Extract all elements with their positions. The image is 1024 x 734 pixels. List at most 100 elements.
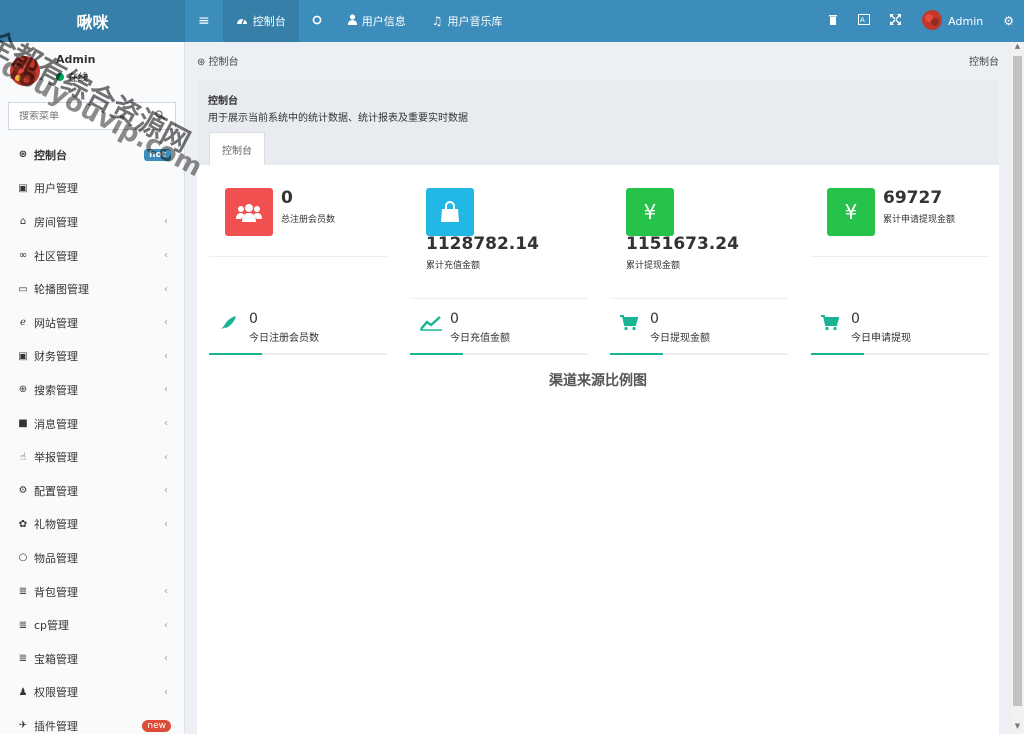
today-stat: 0 今日注册会员数 <box>209 307 387 355</box>
menu-icon: ℯ <box>20 317 26 329</box>
language-icon: A <box>858 14 871 28</box>
menu-icon: ○ <box>18 552 28 564</box>
sidebar-item-label: 消息管理 <box>34 417 78 431</box>
sidebar-item[interactable]: ⚙ 配置管理 ‹ <box>0 474 184 508</box>
scroll-down-icon[interactable]: ▼ <box>1011 722 1024 734</box>
avatar <box>921 9 943 34</box>
menu-icon: ⌂ <box>19 216 27 228</box>
menu-icon: ≣ <box>18 619 28 631</box>
menu-icon: ∞ <box>18 250 28 262</box>
sidebar-item[interactable]: ▣ 财务管理 ‹ <box>0 340 184 374</box>
breadcrumb: ⊛ 控制台 控制台 <box>185 42 1011 78</box>
scroll-up-icon[interactable]: ▲ <box>1011 42 1024 54</box>
tab-dashboard[interactable]: 控制台 <box>222 0 299 42</box>
tab-user-info[interactable]: 用户信息 <box>335 0 419 42</box>
sidebar-item[interactable]: ⊕ 搜索管理 ‹ <box>0 373 184 407</box>
user-status-label: 在线 <box>68 73 88 84</box>
sidebar-toggle-button[interactable]: ≡ <box>185 0 223 42</box>
sidebar-item-label: 网站管理 <box>34 316 78 330</box>
sidebar-menu: ⊛ 控制台 hot ▣ 用户管理 ⌂ 房间管理 ‹ ∞ 社区管理 ‹ ▭ 轮播图管理 ‹ ℯ 网站管理 ‹ ▣ 财务… <box>0 138 184 734</box>
sidebar-item[interactable]: ○ 物品管理 <box>0 541 184 575</box>
sidebar-item[interactable]: ▣ 用户管理 <box>0 172 184 206</box>
sidebar-item[interactable]: ⊛ 控制台 hot <box>0 138 184 172</box>
bag-icon <box>426 188 474 236</box>
rocket-icon <box>219 315 237 335</box>
today-value: 0 <box>650 311 659 327</box>
sidebar-item[interactable]: ☝ 举报管理 ‹ <box>0 440 184 474</box>
sidebar-item-label: 财务管理 <box>34 350 78 364</box>
top-bar: 啾咪 ≡ 控制台 用户信息 ♫ 用户音乐库 A Admin ⚙ <box>0 0 1024 42</box>
sidebar-item-label: 房间管理 <box>34 215 78 229</box>
today-value: 0 <box>851 311 860 327</box>
sidebar-item-label: 礼物管理 <box>34 518 78 532</box>
chevron-left-icon: ‹ <box>164 518 168 530</box>
today-label: 今日充值金额 <box>450 333 510 344</box>
stat-value: 1128782.14 <box>426 234 539 254</box>
cart-icon <box>620 315 639 335</box>
status-badge: new <box>142 719 171 732</box>
tab-music-library[interactable]: ♫ 用户音乐库 <box>419 0 516 42</box>
stat-divider <box>209 256 387 257</box>
dashboard-icon: ⊛ <box>197 56 209 68</box>
page-title: 控制台 <box>208 96 238 107</box>
menu-icon: ✈ <box>18 720 28 732</box>
settings-button[interactable]: ⚙ <box>993 0 1024 42</box>
today-progress <box>610 353 788 355</box>
page-scrollbar[interactable]: ▲ ▼ <box>1011 42 1024 734</box>
chevron-left-icon: ‹ <box>164 216 168 228</box>
admin-name: Admin <box>948 14 984 28</box>
user-status: 在线 <box>56 69 88 84</box>
top-nav-right: A Admin ⚙ <box>818 0 1024 42</box>
cart-icon <box>821 315 840 335</box>
stat-card: 0 总注册会员数 <box>209 178 387 257</box>
chevron-left-icon: ‹ <box>164 619 168 631</box>
sidebar-item[interactable]: ⌂ 房间管理 ‹ <box>0 205 184 239</box>
main-content: ⊛ 控制台 控制台 控制台 用于展示当前系统中的统计数据、统计报表及重要实时数据… <box>185 42 1011 734</box>
stat-value: 69727 <box>883 188 943 208</box>
chevron-left-icon: ‹ <box>164 418 168 430</box>
search-icon[interactable] <box>155 109 165 123</box>
today-progress <box>410 353 588 355</box>
today-value: 0 <box>450 311 459 327</box>
tab-circle[interactable] <box>299 0 335 42</box>
breadcrumb-right[interactable]: 控制台 <box>969 53 999 68</box>
stat-value: 1151673.24 <box>626 234 739 254</box>
language-button[interactable]: A <box>848 0 880 42</box>
menu-icon: ▣ <box>18 350 28 362</box>
sidebar-item[interactable]: ≣ 宝箱管理 ‹ <box>0 642 184 676</box>
today-progress <box>811 353 989 355</box>
sidebar-item[interactable]: ■ 消息管理 ‹ <box>0 407 184 441</box>
menu-icon: ≣ <box>18 653 28 665</box>
sidebar-item-label: 物品管理 <box>34 551 78 565</box>
chart-title: 渠道来源比例图 <box>549 373 647 389</box>
sidebar-item[interactable]: ✿ 礼物管理 ‹ <box>0 508 184 542</box>
sidebar-item-label: 用户管理 <box>34 182 78 196</box>
scroll-thumb[interactable] <box>1013 56 1022 706</box>
user-icon <box>347 14 357 28</box>
sidebar-item[interactable]: ✈ 插件管理 new <box>0 709 184 734</box>
chevron-left-icon: ‹ <box>164 384 168 396</box>
admin-user-menu[interactable]: Admin <box>911 0 993 42</box>
sidebar-item[interactable]: ♟ 权限管理 ‹ <box>0 676 184 710</box>
app-logo[interactable]: 啾咪 <box>0 0 185 42</box>
sidebar-item[interactable]: ≣ 背包管理 ‹ <box>0 575 184 609</box>
sidebar-item-label: 举报管理 <box>34 451 78 465</box>
chevron-left-icon: ‹ <box>164 350 168 362</box>
breadcrumb-left-label: 控制台 <box>208 56 239 68</box>
sidebar-item[interactable]: ℯ 网站管理 ‹ <box>0 306 184 340</box>
sidebar-item[interactable]: ∞ 社区管理 ‹ <box>0 239 184 273</box>
search-input[interactable] <box>19 110 129 122</box>
fullscreen-button[interactable] <box>880 0 911 42</box>
tab-dashboard-label: 控制台 <box>252 15 286 28</box>
sidebar-item[interactable]: ▭ 轮播图管理 ‹ <box>0 272 184 306</box>
stat-card: ¥ 1151673.24 累计提现金额 <box>610 178 788 299</box>
stat-divider <box>811 256 989 257</box>
clear-cache-button[interactable] <box>818 0 848 42</box>
trash-icon <box>828 14 838 28</box>
status-badge: hot <box>144 148 171 161</box>
sidebar-item[interactable]: ≣ cp管理 ‹ <box>0 608 184 642</box>
breadcrumb-left[interactable]: ⊛ 控制台 <box>197 53 239 68</box>
tab-dashboard-panel[interactable]: 控制台 <box>209 132 265 165</box>
today-progress <box>209 353 387 355</box>
svg-text:A: A <box>860 16 865 24</box>
